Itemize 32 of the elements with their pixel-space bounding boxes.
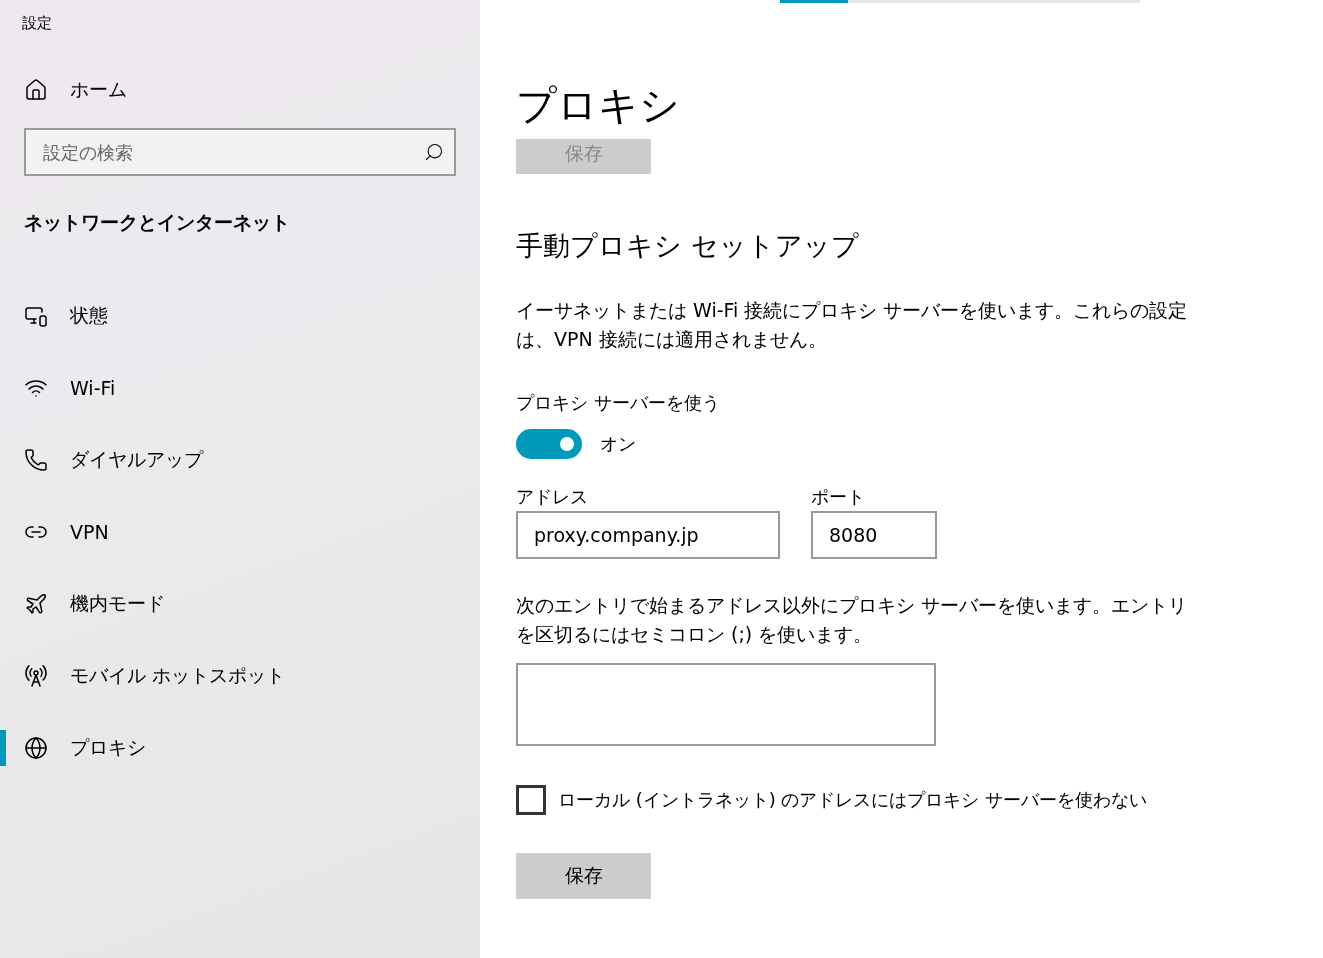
toggle-label: プロキシ サーバーを使う [516, 391, 721, 415]
app-title: 設定 [21, 13, 53, 34]
page-title: プロキシ [516, 81, 681, 130]
section-title: ネットワークとインターネット [23, 210, 291, 235]
phone-icon [24, 448, 48, 472]
checkbox-label: ローカル (イントラネット) のアドレスにはプロキシ サーバーを使わない [558, 788, 1148, 812]
nav-item[interactable]: 機内モード [0, 568, 480, 640]
section-heading: 手動プロキシ セットアップ [516, 229, 860, 263]
field-label: ポート [811, 485, 866, 509]
description: イーサネットまたは Wi-Fi 接続にプロキシ サーバーを使います。これらの設定は、VPN 接続には適用されません。 [516, 298, 1189, 352]
nav-item[interactable]: プロキシ [0, 712, 480, 784]
globe-icon [24, 736, 48, 760]
exceptions-description: 次のエントリで始まるアドレス以外にプロキシ サーバーを使います。エントリを区切るにはセミコロン (;) を使います。 [516, 593, 1189, 647]
save-button[interactable]: 保存 [516, 853, 651, 899]
search-field[interactable]: 設定の検索 [24, 128, 456, 176]
toggle-switch[interactable] [516, 429, 582, 459]
checkbox[interactable] [516, 785, 546, 815]
nav-item[interactable]: ダイヤルアップ [0, 424, 480, 496]
nav-item[interactable]: VPN [0, 496, 480, 568]
airplane-icon [24, 592, 48, 616]
address-field[interactable]: proxy.company.jp [516, 511, 780, 559]
nav-item[interactable]: 状態 [0, 280, 480, 352]
field-label: アドレス [516, 485, 589, 509]
toggle-state: オン [600, 432, 636, 456]
antenna-icon [24, 664, 48, 688]
home-link[interactable]: ホーム [0, 60, 480, 120]
search-icon [424, 142, 444, 162]
exceptions-field[interactable] [516, 663, 936, 746]
nav-item[interactable]: モバイル ホットスポット [0, 640, 480, 712]
home-icon [24, 78, 48, 102]
port-field[interactable]: 8080 [811, 511, 937, 559]
nav-item[interactable]: Wi-Fi [0, 352, 480, 424]
